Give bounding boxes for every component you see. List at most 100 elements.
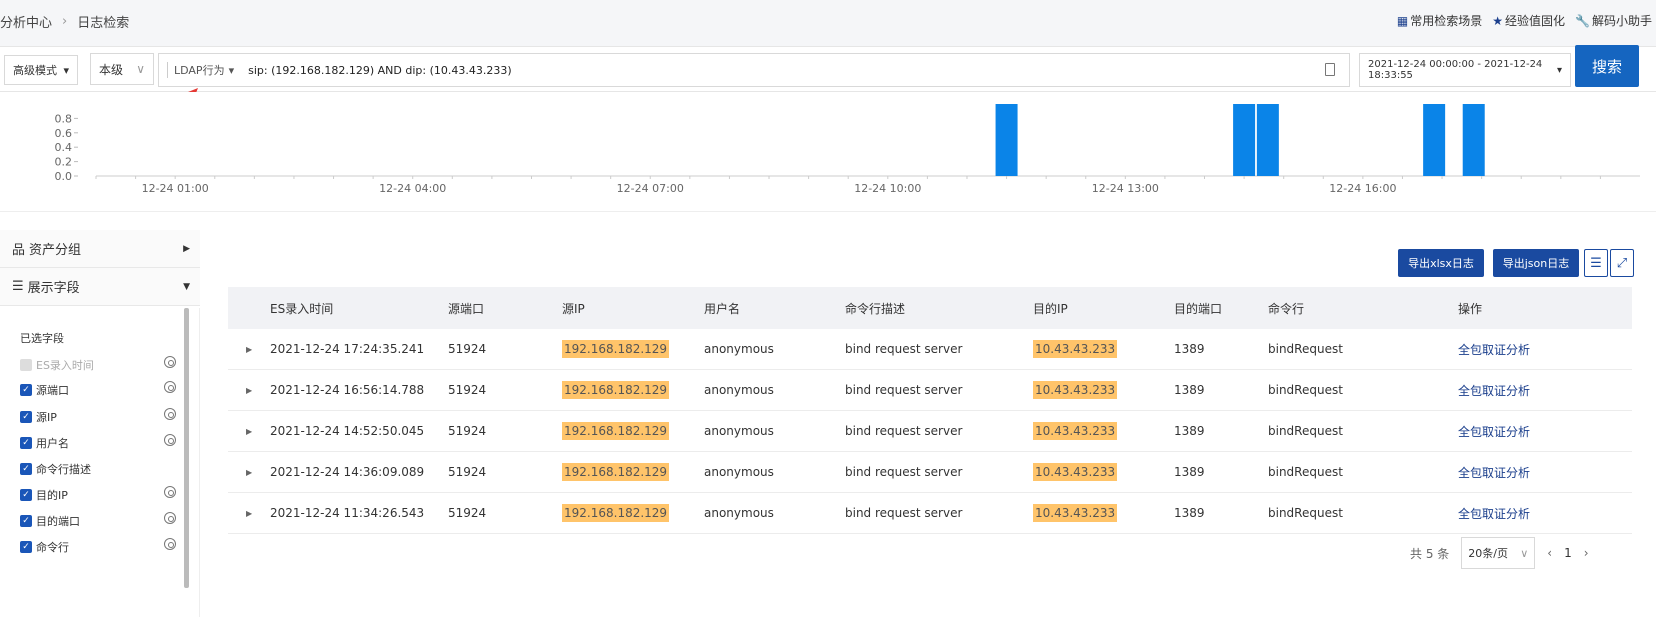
chevron-right-icon: › xyxy=(62,14,68,29)
prev-page-icon[interactable]: ‹ xyxy=(1547,546,1552,560)
eye-icon[interactable] xyxy=(164,434,176,446)
table-cell: 192.168.182.129 xyxy=(562,422,670,440)
histogram-chart: 0.0 0.2 0.4 0.6 0.8 12-24 01:00 12-24 04:00 12-… xyxy=(0,92,1656,212)
packet-analysis-link[interactable]: 全包取证分析 xyxy=(1458,341,1530,358)
display-fields-item[interactable]: ☰ 展示字段 ▼ xyxy=(0,268,200,306)
checkbox[interactable]: ✓ xyxy=(20,515,32,527)
caret-down-icon: ▾ xyxy=(228,63,235,77)
column-header[interactable]: 源端口 xyxy=(448,300,484,317)
eye-icon[interactable] xyxy=(164,381,176,393)
expand-row-icon[interactable]: ▶ xyxy=(246,468,252,477)
query-input[interactable]: LDAP行为 ▾ sip: (192.168.182.129) AND dip:… xyxy=(158,53,1350,87)
field-item[interactable]: ✓ 源IP xyxy=(20,408,180,425)
table-cell: 2021-12-24 17:24:35.241 xyxy=(270,342,425,356)
search-button[interactable]: 搜索 xyxy=(1575,45,1639,87)
common-scenes-link[interactable]: ▦ 常用检索场景 xyxy=(1397,12,1482,29)
column-header[interactable]: 用户名 xyxy=(704,300,740,317)
export-json-button[interactable]: 导出json日志 xyxy=(1493,249,1579,277)
common-scenes-label: 常用检索场景 xyxy=(1410,14,1483,28)
table-row[interactable]: ▶ 2021-12-24 14:52:50.045 51924 192.168.182… xyxy=(228,411,1632,452)
checkbox[interactable] xyxy=(20,359,32,371)
checkbox[interactable]: ✓ xyxy=(20,489,32,501)
checkbox[interactable]: ✓ xyxy=(20,411,32,423)
field-label: 目的IP xyxy=(36,489,68,502)
expand-row-icon[interactable]: ▶ xyxy=(246,345,252,354)
eye-icon[interactable] xyxy=(164,356,176,368)
field-item[interactable]: ✓ 目的端口 xyxy=(20,512,180,529)
ldap-tag-dropdown[interactable]: LDAP行为 ▾ xyxy=(167,62,242,78)
histogram-bar xyxy=(1256,104,1279,176)
document-icon[interactable] xyxy=(1325,63,1335,76)
date-range-picker[interactable]: 2021-12-24 00:00:00 - 2021-12-24 18:33:5… xyxy=(1359,53,1571,87)
export-xlsx-button[interactable]: 导出xlsx日志 xyxy=(1398,249,1484,277)
table-cell: bind request server xyxy=(845,383,963,397)
page-size-select[interactable]: 20条/页 ∨ xyxy=(1461,537,1536,569)
eye-icon[interactable] xyxy=(164,512,176,524)
column-header[interactable]: ES录入时间 xyxy=(270,300,333,317)
table-row[interactable]: ▶ 2021-12-24 14:36:09.089 51924 192.168.182… xyxy=(228,452,1632,493)
table-row[interactable]: ▶ 2021-12-24 16:56:14.788 51924 192.168.182… xyxy=(228,370,1632,411)
expand-row-icon[interactable]: ▶ xyxy=(246,427,252,436)
column-header[interactable]: 目的端口 xyxy=(1174,300,1222,317)
current-page[interactable]: 1 xyxy=(1564,546,1572,560)
chevron-down-icon: ∨ xyxy=(136,62,145,76)
eye-icon[interactable] xyxy=(164,408,176,420)
table-cell: 10.43.43.233 xyxy=(1033,340,1118,358)
mode-select[interactable]: 高级模式 ▾ xyxy=(4,55,78,85)
table-cell: 51924 xyxy=(448,383,487,397)
column-header[interactable]: 命令行描述 xyxy=(845,300,905,317)
breadcrumb-analysis-center[interactable]: 分析中心 xyxy=(0,12,52,31)
checkbox[interactable]: ✓ xyxy=(20,384,32,396)
fields-scrollbar[interactable] xyxy=(184,308,189,588)
column-header[interactable]: 命令行 xyxy=(1268,300,1304,317)
checkbox[interactable]: ✓ xyxy=(20,541,32,553)
table-cell: 10.43.43.233 xyxy=(1033,381,1118,399)
field-item[interactable]: ✓ 目的IP xyxy=(20,486,180,503)
list-view-icon[interactable]: ☰ xyxy=(1584,249,1608,277)
histogram-bar xyxy=(995,104,1018,176)
eye-icon[interactable] xyxy=(164,538,176,550)
caret-down-icon: ▾ xyxy=(1556,64,1562,76)
expand-row-icon[interactable]: ▶ xyxy=(246,386,252,395)
experience-link[interactable]: ★ 经验值固化 xyxy=(1492,12,1565,29)
field-item[interactable]: ES录入时间 xyxy=(20,356,180,373)
level-select[interactable]: 本级 ∨ xyxy=(90,53,154,85)
packet-analysis-link[interactable]: 全包取证分析 xyxy=(1458,423,1530,440)
field-item[interactable]: ✓ 用户名 xyxy=(20,434,180,451)
checkbox[interactable]: ✓ xyxy=(20,463,32,475)
field-item[interactable]: ✓ 命令行 xyxy=(20,538,180,555)
field-item[interactable]: ✓ 命令行描述 xyxy=(20,461,180,477)
table-cell: 51924 xyxy=(448,424,487,438)
top-links: ▦ 常用检索场景 ★ 经验值固化 🔧 解码小助手 xyxy=(1397,12,1652,29)
column-header[interactable]: 源IP xyxy=(562,300,585,317)
table-row[interactable]: ▶ 2021-12-24 17:24:35.241 51924 192.168.182… xyxy=(228,329,1632,370)
table-cell: 2021-12-24 14:52:50.045 xyxy=(270,424,425,438)
eye-icon[interactable] xyxy=(164,486,176,498)
packet-analysis-link[interactable]: 全包取证分析 xyxy=(1458,464,1530,481)
table-cell: bind request server xyxy=(845,506,963,520)
star-icon: ★ xyxy=(1492,14,1504,28)
page-size-value: 20条/页 xyxy=(1468,547,1508,560)
checkbox[interactable]: ✓ xyxy=(20,437,32,449)
decode-helper-link[interactable]: 🔧 解码小助手 xyxy=(1575,12,1652,29)
fullscreen-icon[interactable]: ⤢ xyxy=(1610,249,1634,277)
next-page-icon[interactable]: › xyxy=(1584,546,1589,560)
column-header[interactable]: 操作 xyxy=(1458,300,1482,317)
table-row[interactable]: ▶ 2021-12-24 11:34:26.543 51924 192.168.182… xyxy=(228,493,1632,534)
field-label: 源IP xyxy=(36,411,57,424)
caret-down-icon: ▼ xyxy=(183,281,190,292)
table-cell: bindRequest xyxy=(1268,506,1343,520)
table-cell: 10.43.43.233 xyxy=(1033,422,1118,440)
y-tick-label: 0.8 xyxy=(55,112,73,125)
packet-analysis-link[interactable]: 全包取证分析 xyxy=(1458,382,1530,399)
field-item[interactable]: ✓ 源端口 xyxy=(20,381,180,398)
table-cell: bindRequest xyxy=(1268,465,1343,479)
field-label: 命令行描述 xyxy=(36,463,91,476)
list-icon: ☰ xyxy=(12,279,24,294)
table-header: ES录入时间 源端口 源IP 用户名 命令行描述 目的IP 目的端口 命令行 操作 xyxy=(228,287,1632,329)
x-tick-label: 12-24 16:00 xyxy=(1329,182,1396,195)
asset-group-item[interactable]: 品资产分组 ▶ xyxy=(0,230,200,268)
column-header[interactable]: 目的IP xyxy=(1033,300,1068,317)
packet-analysis-link[interactable]: 全包取证分析 xyxy=(1458,505,1530,522)
expand-row-icon[interactable]: ▶ xyxy=(246,509,252,518)
